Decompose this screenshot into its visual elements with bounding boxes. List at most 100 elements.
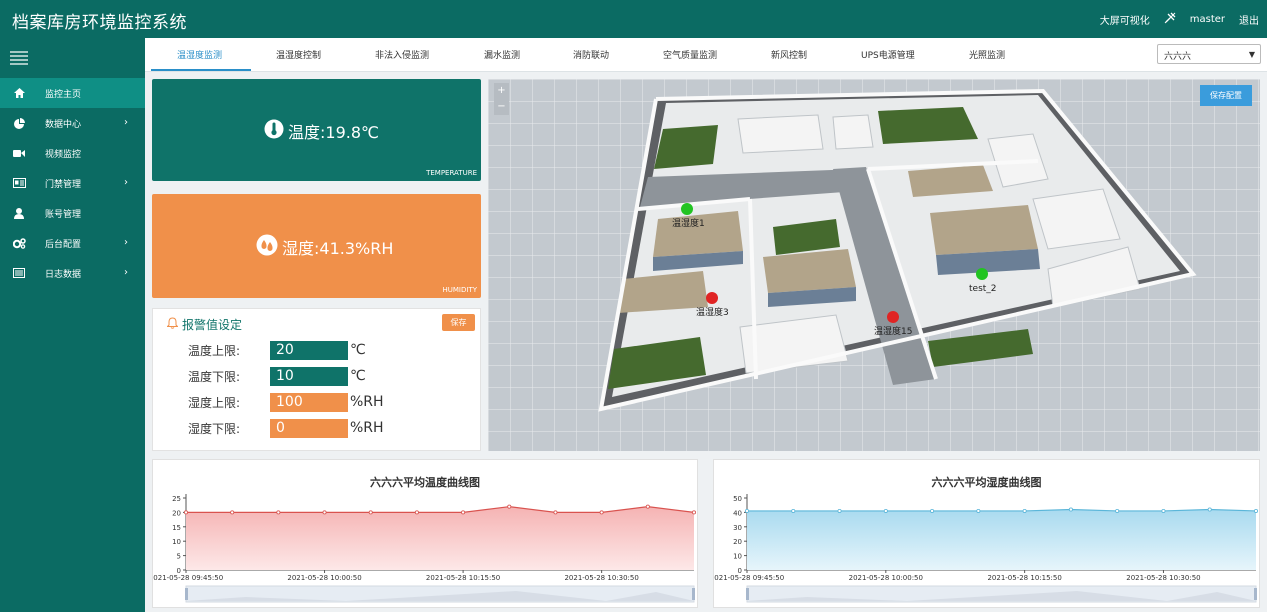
save-config-button[interactable]: 保存配置 xyxy=(1200,85,1252,106)
tab-leak-monitor[interactable]: 漏水监测 xyxy=(484,48,520,61)
y-tick-label: 50 xyxy=(733,495,742,503)
temp-lower-limit-row: 温度下限: 10 ℃ xyxy=(188,366,366,386)
tab-lighting[interactable]: 光照监测 xyxy=(969,48,1005,61)
temp-lower-limit-unit: ℃ xyxy=(350,368,366,384)
sidebar-item-accounts[interactable]: 账号管理 xyxy=(0,198,145,228)
data-point xyxy=(1068,507,1073,512)
alarm-save-button[interactable]: 保存 xyxy=(442,314,475,331)
chevron-right-icon: › xyxy=(124,177,128,188)
zoom-slider-handle-left xyxy=(185,588,188,600)
tab-temp-humidity-control[interactable]: 温湿度控制 xyxy=(276,48,321,61)
alarm-settings-header: 报警值设定 xyxy=(166,316,243,333)
x-tick-label: 2021-05-28 10:15:50 xyxy=(426,574,500,582)
data-point xyxy=(183,510,188,515)
series-area xyxy=(186,506,694,570)
sidebar-item-data-center[interactable]: 数据中心 › xyxy=(0,108,145,138)
logout-link[interactable]: 退出 xyxy=(1239,12,1259,27)
humidity-tag: HUMIDITY xyxy=(442,286,478,294)
shelf-block xyxy=(930,205,1038,255)
tab-fire-linkage[interactable]: 消防联动 xyxy=(573,48,609,61)
temp-upper-limit-row: 温度上限: 20 ℃ xyxy=(188,340,366,360)
sensor-alarm-icon[interactable] xyxy=(887,311,899,323)
temperature-text: 温度:19.8℃ xyxy=(288,123,379,142)
data-point xyxy=(368,510,373,515)
shelf-block xyxy=(832,114,874,150)
data-point xyxy=(599,510,604,515)
zoom-slider-handle-right xyxy=(1254,588,1257,600)
sidebar-item-label: 门禁管理 xyxy=(45,179,82,190)
data-point xyxy=(930,508,935,513)
tab-temp-humidity-monitor[interactable]: 温湿度监测 xyxy=(177,48,222,61)
warehouse-3d-view[interactable]: 温湿度1 温湿度3 温湿度15 test_2 + − 保存配置 xyxy=(488,79,1260,451)
humidity-card: 湿度:41.3%RH HUMIDITY xyxy=(152,194,481,298)
data-point xyxy=(276,510,281,515)
data-point xyxy=(645,504,650,509)
tab-intrusion-monitor[interactable]: 非法入侵监测 xyxy=(375,48,429,61)
room-select[interactable]: 六六六 ▼ xyxy=(1157,44,1261,64)
data-point xyxy=(791,508,796,513)
temperature-chart: 05101520252021-05-28 09:45:50 2021-05-28 … xyxy=(153,494,697,603)
humidity-chart-panel: 六六六平均湿度曲线图 0 10 20 30 40 50 2021-05-28 09:45:5… xyxy=(713,459,1260,608)
data-point xyxy=(1161,508,1166,513)
data-point xyxy=(1207,507,1212,512)
sidebar-item-access-control[interactable]: 门禁管理 › xyxy=(0,168,145,198)
data-point xyxy=(883,508,888,513)
sidebar-item-label: 后台配置 xyxy=(45,239,82,250)
zoom-slider-handle-left xyxy=(746,588,749,600)
sensor-alarm-icon[interactable] xyxy=(706,292,718,304)
app-title: 档案库房环境监控系统 xyxy=(12,13,187,33)
data-point xyxy=(692,510,697,515)
sensor-normal-icon[interactable] xyxy=(681,203,693,215)
list-icon xyxy=(12,267,26,279)
chevron-right-icon: › xyxy=(124,267,128,278)
id-card-icon xyxy=(12,177,26,189)
zoom-out-button[interactable]: − xyxy=(494,99,509,115)
y-tick-label: 40 xyxy=(733,509,742,517)
shelf-block xyxy=(737,114,824,154)
sidebar-item-backend-config[interactable]: 后台配置 › xyxy=(0,228,145,258)
x-tick-label: 2021-05-28 10:00:50 xyxy=(849,574,923,582)
menu-toggle-icon[interactable] xyxy=(0,38,145,78)
sidebar-item-video[interactable]: 视频监控 xyxy=(0,138,145,168)
gears-icon xyxy=(12,237,26,249)
temperature-tag: TEMPERATURE xyxy=(426,169,477,177)
data-point xyxy=(230,510,235,515)
temp-lower-limit-input[interactable]: 10 xyxy=(270,366,348,386)
top-header: 档案库房环境监控系统 大屏可视化 master 退出 xyxy=(0,0,1267,38)
tab-ups-power[interactable]: UPS电源管理 xyxy=(861,48,915,61)
sensor-normal-icon[interactable] xyxy=(976,268,988,280)
x-tick-label: 2021-05-28 10:00:50 xyxy=(287,574,361,582)
humidity-upper-limit-label: 湿度上限: xyxy=(188,395,241,410)
y-tick-label: 25 xyxy=(172,495,181,503)
zoom-in-button[interactable]: + xyxy=(494,83,509,99)
sidebar-item-logs[interactable]: 日志数据 › xyxy=(0,258,145,288)
tab-air-quality[interactable]: 空气质量监测 xyxy=(663,48,717,61)
temp-upper-limit-input[interactable]: 20 xyxy=(270,340,348,360)
humidity-upper-limit-input[interactable]: 100 xyxy=(270,392,348,412)
y-tick-label: 20 xyxy=(733,538,742,546)
big-screen-link[interactable]: 大屏可视化 xyxy=(1100,12,1150,27)
data-point xyxy=(1022,508,1027,513)
humidity-lower-limit-input[interactable]: 0 xyxy=(270,418,348,438)
username[interactable]: master xyxy=(1190,14,1225,25)
humidity-text: 湿度:41.3%RH xyxy=(282,239,394,258)
humidity-lower-limit-row: 湿度下限: 0 %RH xyxy=(188,418,384,438)
alarm-settings-title: 报警值设定 xyxy=(182,318,243,332)
room-select-value: 六六六 xyxy=(1164,52,1192,62)
temperature-value: 温度:19.8℃ xyxy=(264,119,379,143)
tab-bar: 温湿度监测 温湿度控制 非法入侵监测 漏水监测 消防联动 空气质量监测 新风控制… xyxy=(145,38,1267,72)
temp-upper-limit-unit: ℃ xyxy=(350,342,366,358)
humidity-lower-limit-label: 湿度下限: xyxy=(188,421,241,436)
data-point xyxy=(322,510,327,515)
y-tick-label: 15 xyxy=(172,524,181,532)
data-point xyxy=(414,510,419,515)
series-line xyxy=(747,508,1257,512)
data-point xyxy=(744,508,749,513)
pin-icon[interactable] xyxy=(1164,12,1176,27)
humidity-lower-limit-unit: %RH xyxy=(350,420,384,436)
sidebar-item-monitor-home[interactable]: 监控主页 xyxy=(0,78,145,108)
data-point xyxy=(837,508,842,513)
x-tick-label: 2021-05-28 09:45:50 xyxy=(153,574,223,582)
tab-fresh-air[interactable]: 新风控制 xyxy=(771,48,807,61)
user-icon xyxy=(12,207,26,219)
